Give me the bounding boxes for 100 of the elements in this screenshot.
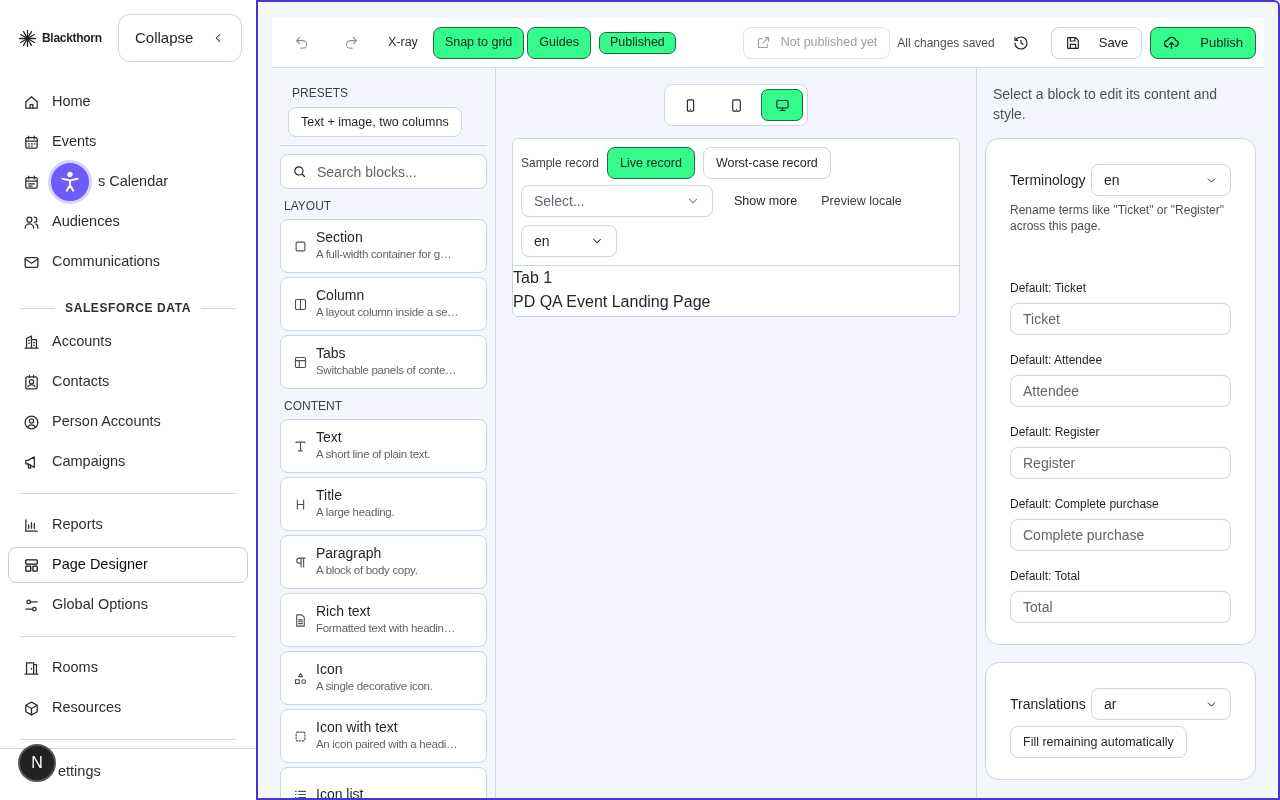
record-mode-button[interactable]: Live record (607, 147, 695, 179)
card-title: Translations (1010, 694, 1086, 714)
cloud-upload-icon (1163, 34, 1181, 51)
nav-item[interactable]: Home (8, 84, 248, 120)
building-icon (23, 333, 40, 351)
document-icon (293, 612, 308, 628)
block-description: A single decorative icon. (316, 679, 433, 694)
locale-select[interactable]: en (521, 225, 617, 257)
term-field[interactable]: Complete purchase (1010, 519, 1231, 551)
device-button[interactable] (761, 89, 803, 121)
block-title: Paragraph (316, 545, 383, 562)
redo-icon (343, 35, 359, 50)
nav-item[interactable]: Page Designer (8, 547, 248, 583)
nav-item[interactable]: Campaigns (8, 444, 248, 480)
text-icon (293, 438, 308, 454)
publish-button[interactable]: Publish (1150, 26, 1256, 59)
nav-item[interactable]: Accounts (8, 324, 248, 360)
avatar[interactable]: N (18, 744, 56, 782)
search-icon (292, 164, 307, 179)
block-card[interactable]: Icon with text An icon paired with a headi… (280, 709, 487, 763)
field-label: Default: Total (1010, 568, 1081, 585)
block-title: Section (316, 229, 364, 246)
record-mode-button[interactable]: Worst-case record (702, 147, 831, 179)
nav-item[interactable]: Communications (8, 244, 248, 280)
nav-item[interactable]: Reports (8, 507, 248, 543)
section-heading: CONTENT (283, 398, 343, 415)
block-description: Formatted text with headin… (316, 621, 455, 636)
save-status: All changes saved (897, 34, 995, 52)
block-title: Column (316, 287, 366, 304)
user-circle-icon (23, 413, 40, 431)
block-description: A layout column inside a se… (316, 305, 459, 320)
block-card[interactable]: Icon list (280, 767, 487, 798)
accessibility-button[interactable] (48, 160, 92, 204)
monitor-icon (774, 97, 790, 113)
block-card[interactable]: Tabs Switchable panels of conte… (280, 335, 487, 389)
hint-text: Select a block to edit its content and style. (992, 85, 1219, 124)
toggle-button[interactable]: Snap to grid (432, 26, 525, 59)
door-icon (23, 659, 40, 677)
collapse-button[interactable]: Collapse (118, 14, 242, 62)
block-card[interactable]: Paragraph A block of body copy. (280, 535, 487, 589)
preset-button[interactable]: Text + image, two columns (288, 107, 462, 137)
block-title: Rich text (316, 603, 372, 620)
history-icon (1012, 34, 1029, 51)
field-label: Default: Attendee (1010, 352, 1104, 369)
block-description: An icon paired with a headi… (316, 737, 458, 752)
block-card[interactable]: Section A full-width container for g… (280, 219, 487, 273)
field-label: Default: Ticket (1010, 280, 1088, 297)
block-description: Switchable panels of conte… (316, 363, 457, 378)
block-card[interactable]: Text A short line of plain text. (280, 419, 487, 473)
term-field[interactable]: Ticket (1010, 303, 1231, 335)
nav-item[interactable]: ettings (58, 761, 101, 783)
term-field[interactable]: Attendee (1010, 375, 1231, 407)
record-select[interactable]: Select... (521, 185, 713, 217)
block-card[interactable]: Title A large heading. (280, 477, 487, 531)
dashed-square-icon (293, 728, 308, 744)
preview-text: Tab 1 (513, 268, 554, 288)
block-title: Title (316, 487, 343, 504)
block-card[interactable]: Column A layout column inside a se… (280, 277, 487, 331)
bar-chart-icon (23, 516, 40, 534)
field-label: Default: Register (1010, 424, 1101, 441)
nav-item[interactable]: s Calendar (8, 164, 248, 200)
locale-select[interactable]: en (1091, 164, 1231, 196)
section-heading: SALESFORCE DATA (65, 300, 191, 317)
block-card[interactable]: Icon A single decorative icon. (280, 651, 487, 705)
term-field[interactable]: Total (1010, 591, 1231, 623)
calendar-icon (23, 173, 40, 191)
fill-remaining-button[interactable]: Fill remaining automatically (1010, 726, 1187, 758)
home-icon (23, 93, 40, 111)
nav-item[interactable]: Events (8, 124, 248, 160)
brand-name: Blackthorn (42, 30, 102, 47)
field-label: Preview locale (821, 192, 902, 210)
block-title: Text (316, 429, 343, 446)
block-description: A block of body copy. (316, 563, 418, 578)
section-heading: LAYOUT (283, 198, 333, 215)
field-label: Sample record (521, 155, 600, 172)
panel-icon (293, 354, 308, 370)
card-description: Rename terms like "Ticket" or "Register" across this page. (1010, 202, 1225, 234)
block-description: A large heading. (316, 505, 395, 520)
nav-item[interactable]: Global Options (8, 587, 248, 623)
toggle-button[interactable]: Guides (527, 26, 591, 59)
locale-select[interactable]: ar (1091, 688, 1231, 720)
nav-item[interactable]: Contacts (8, 364, 248, 400)
search-field[interactable]: Search blocks... (280, 154, 487, 189)
nav-item[interactable]: Audiences (8, 204, 248, 240)
section-heading: PRESETS (291, 85, 349, 102)
contact-card-icon (23, 373, 40, 391)
save-button[interactable]: Save (1050, 26, 1143, 59)
term-field[interactable]: Register (1010, 447, 1231, 479)
toggle-button[interactable]: X-ray (376, 26, 430, 59)
nav-item[interactable]: Person Accounts (8, 404, 248, 440)
nav-item[interactable]: Resources (8, 690, 248, 726)
block-description: A short line of plain text. (316, 447, 430, 462)
preview-text: PD QA Event Landing Page (513, 292, 712, 312)
card-title: Terminology (1010, 170, 1086, 190)
external-link-icon (755, 35, 771, 50)
nav-item[interactable]: Rooms (8, 650, 248, 686)
show-more-button[interactable]: Show more (734, 191, 798, 211)
square-icon (293, 238, 308, 254)
undo-icon (293, 35, 309, 50)
block-card[interactable]: Rich text Formatted text with headin… (280, 593, 487, 647)
